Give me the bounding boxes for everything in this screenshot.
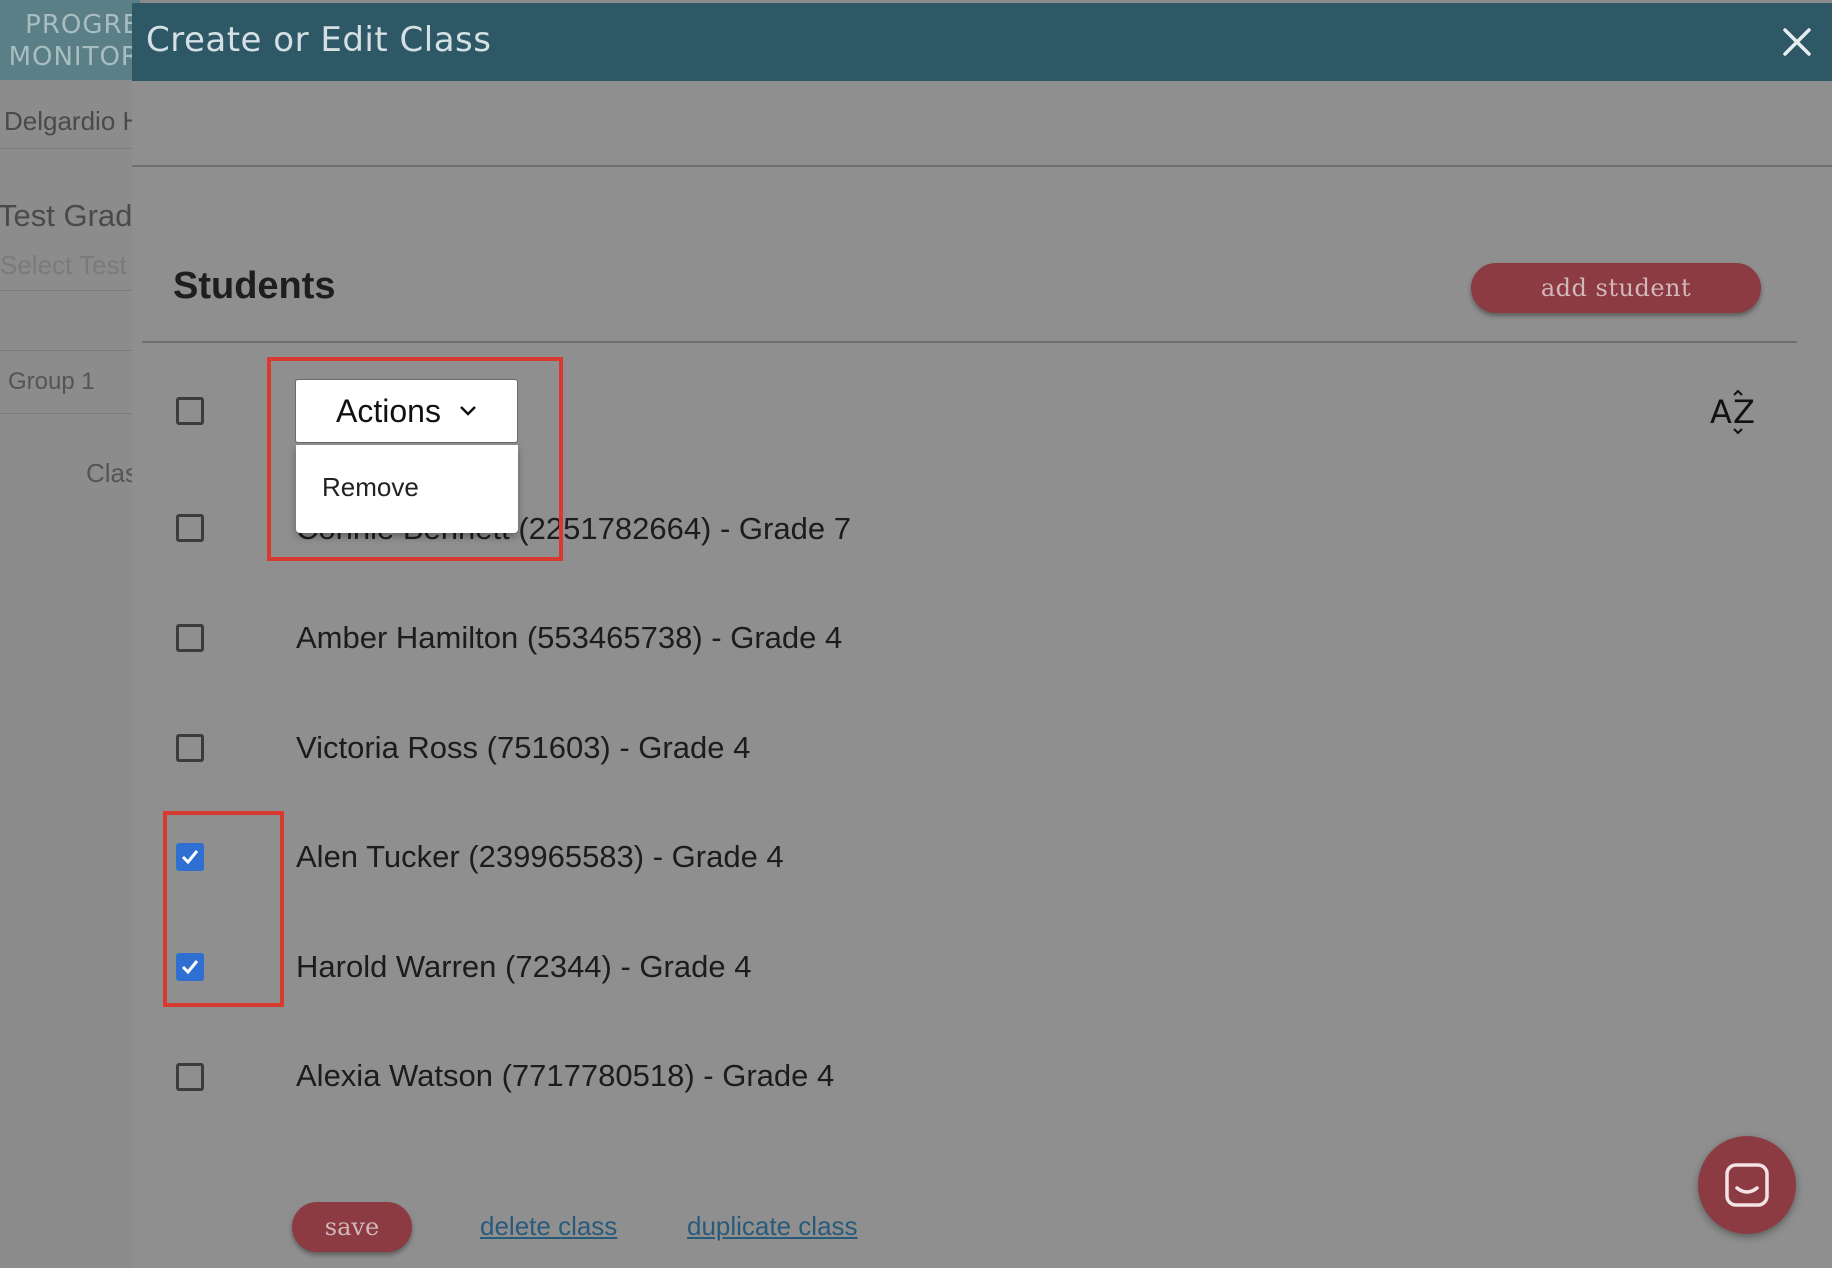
checkmark-icon bbox=[181, 960, 199, 975]
student-checkbox[interactable] bbox=[176, 734, 204, 762]
student-name: Amber Hamilton (553465738) - Grade 4 bbox=[296, 620, 843, 655]
students-heading: Students bbox=[173, 265, 336, 307]
close-icon bbox=[1783, 28, 1811, 56]
student-checkbox[interactable] bbox=[176, 1063, 204, 1091]
test-select: Select Test bbox=[0, 250, 140, 291]
group-item: Group 1 bbox=[0, 350, 140, 414]
student-name: Alexia Watson (7717780518) - Grade 4 bbox=[296, 1058, 835, 1093]
student-checkbox-checked[interactable] bbox=[176, 843, 204, 871]
checkmark-icon bbox=[181, 850, 199, 865]
edit-class-modal: Create or Edit Class Students add studen… bbox=[132, 3, 1832, 1268]
class-details-area bbox=[132, 81, 1832, 167]
student-checkbox[interactable] bbox=[176, 624, 204, 652]
svg-text:A: A bbox=[1710, 393, 1732, 431]
student-checkbox-checked[interactable] bbox=[176, 953, 204, 981]
student-name: Harold Warren (72344) - Grade 4 bbox=[296, 949, 752, 984]
close-button[interactable] bbox=[1762, 3, 1832, 81]
modal-title: Create or Edit Class bbox=[146, 20, 492, 60]
student-name: Alen Tucker (239965583) - Grade 4 bbox=[296, 839, 784, 874]
select-all-checkbox[interactable] bbox=[176, 397, 204, 425]
student-checkbox[interactable] bbox=[176, 514, 204, 542]
student-name: Victoria Ross (751603) - Grade 4 bbox=[296, 730, 751, 765]
logo-line-1: PROGRE bbox=[25, 10, 140, 40]
actions-menu: Remove bbox=[296, 445, 518, 533]
add-student-button[interactable]: add student bbox=[1471, 263, 1761, 313]
menu-item-remove[interactable]: Remove bbox=[322, 472, 419, 503]
class-label: Clas bbox=[86, 458, 139, 488]
duplicate-class-link[interactable]: duplicate class bbox=[687, 1211, 858, 1242]
divider bbox=[142, 341, 1797, 343]
background-app: PROGRE MONITOR Delgardio H Test Grade Se… bbox=[0, 0, 140, 1268]
chevron-down-icon bbox=[460, 406, 476, 416]
district-selector: Delgardio H bbox=[0, 88, 140, 149]
save-button[interactable]: save bbox=[292, 1202, 412, 1252]
actions-label: Actions bbox=[336, 392, 441, 429]
app-logo: PROGRE MONITOR bbox=[0, 0, 140, 80]
delete-class-link[interactable]: delete class bbox=[480, 1211, 617, 1242]
sort-az-icon[interactable]: A Z bbox=[1710, 389, 1760, 435]
actions-dropdown[interactable]: Actions bbox=[295, 379, 518, 443]
logo-line-2: MONITOR bbox=[8, 42, 140, 72]
chat-button[interactable] bbox=[1698, 1136, 1796, 1234]
modal-header: Create or Edit Class bbox=[132, 3, 1832, 81]
chat-icon bbox=[1725, 1163, 1769, 1207]
test-grade-label: Test Grade bbox=[0, 198, 140, 233]
svg-text:Z: Z bbox=[1733, 393, 1755, 431]
